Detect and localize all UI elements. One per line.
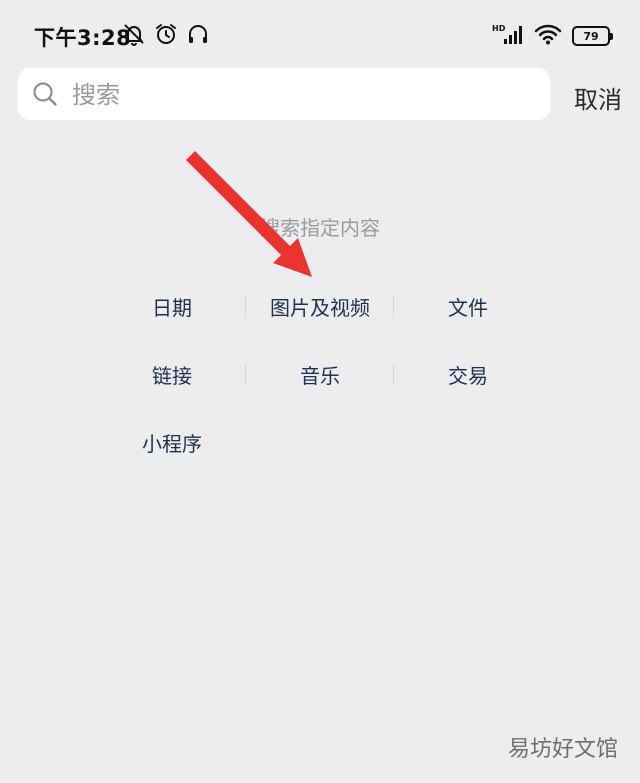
category-links[interactable]: 链接 bbox=[98, 360, 246, 389]
search-input[interactable] bbox=[70, 76, 534, 114]
category-row: 日期 图片及视频 文件 bbox=[98, 272, 542, 340]
search-box[interactable] bbox=[18, 68, 550, 120]
svg-text:HD: HD bbox=[492, 24, 506, 33]
battery-icon: 79 bbox=[572, 26, 613, 46]
section-title: 搜索指定内容 bbox=[260, 216, 380, 240]
status-time: 下午3:28 bbox=[34, 26, 132, 50]
watermark: 易坊好文馆 bbox=[507, 737, 618, 762]
category-row: 链接 音乐 交易 bbox=[98, 340, 542, 408]
wifi-icon bbox=[534, 22, 562, 50]
category-grid: 日期 图片及视频 文件 链接 音乐 交易 小程序 bbox=[98, 272, 542, 476]
category-transactions[interactable]: 交易 bbox=[394, 360, 542, 389]
cancel-button[interactable]: 取消 bbox=[574, 80, 622, 115]
status-bar: 下午3:28 HD 79 bbox=[0, 0, 640, 64]
status-left-icons bbox=[122, 22, 210, 46]
notifications-muted-icon bbox=[122, 22, 146, 46]
category-music[interactable]: 音乐 bbox=[246, 360, 394, 389]
category-row: 小程序 bbox=[98, 408, 542, 476]
category-photos-videos[interactable]: 图片及视频 bbox=[246, 292, 394, 321]
status-right-icons: HD 79 bbox=[492, 22, 613, 50]
category-mini-programs[interactable]: 小程序 bbox=[98, 428, 246, 457]
battery-level: 79 bbox=[583, 29, 599, 43]
alarm-icon bbox=[154, 22, 178, 46]
category-files[interactable]: 文件 bbox=[394, 292, 542, 321]
category-date[interactable]: 日期 bbox=[98, 292, 246, 321]
search-icon bbox=[32, 81, 58, 111]
search-row: 取消 bbox=[18, 68, 622, 120]
headphones-icon bbox=[186, 22, 210, 46]
hd-signal-icon: HD bbox=[492, 22, 524, 50]
